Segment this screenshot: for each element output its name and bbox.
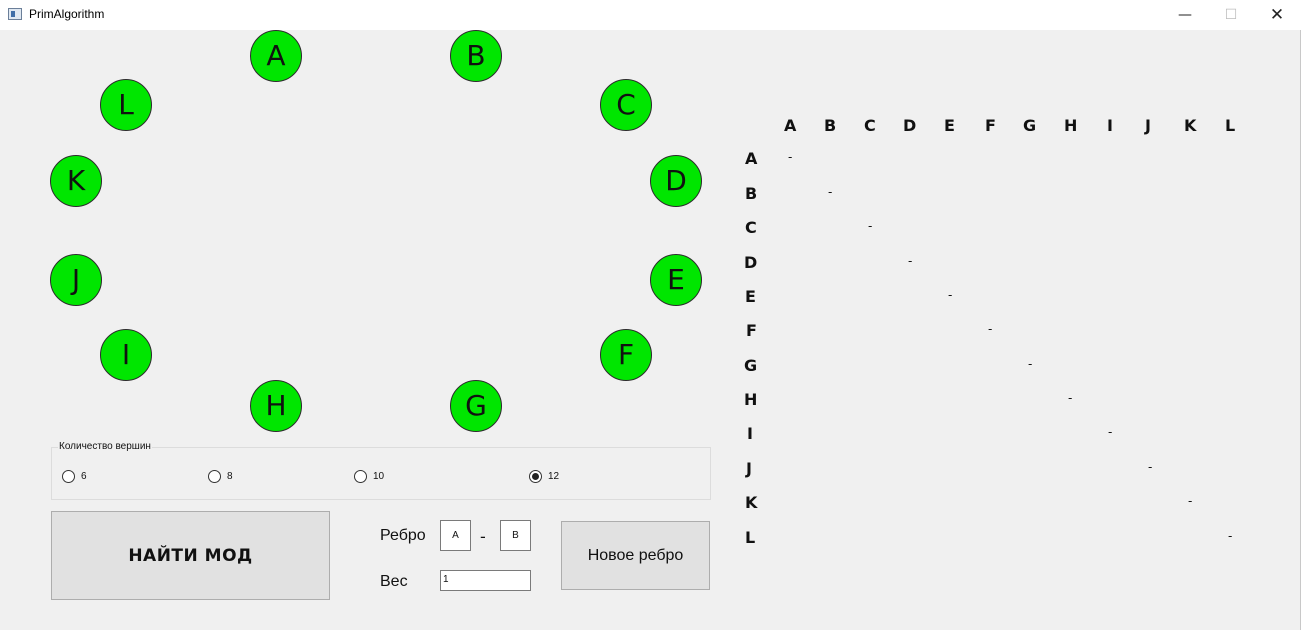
radio-label: 12 [548,471,560,482]
matrix-cell-b-b: - [828,185,833,199]
radio-button-icon[interactable] [354,470,367,483]
matrix-cell-k-k: - [1188,494,1193,508]
close-button[interactable]: ✕ [1254,0,1300,30]
matrix-col-d: D [903,116,917,135]
matrix-col-c: C [864,116,876,135]
radio-button-icon[interactable] [62,470,75,483]
minimize-button[interactable]: — [1162,0,1208,30]
radio-label: 6 [81,471,87,482]
vertex-d[interactable]: D [650,155,702,207]
matrix-col-g: G [1023,116,1037,135]
vertex-count-label: Количество вершин [58,441,152,452]
vertex-k[interactable]: K [50,155,102,207]
vertex-g[interactable]: G [450,380,502,432]
maximize-button[interactable]: ☐ [1208,0,1254,30]
matrix-col-h: H [1064,116,1078,135]
prim-algorithm-window: PrimAlgorithm — ☐ ✕ A B C D E F G H I J … [0,0,1301,630]
vertex-e[interactable]: E [650,254,702,306]
vertex-h[interactable]: H [250,380,302,432]
matrix-row-j: J [746,459,752,478]
radio-button-icon[interactable] [208,470,221,483]
matrix-row-e: E [745,287,756,306]
vertex-j[interactable]: J [50,254,102,306]
matrix-row-l: L [745,528,756,547]
matrix-cell-e-e: - [948,288,953,302]
vertex-i[interactable]: I [100,329,152,381]
matrix-row-i: I [747,424,753,443]
matrix-cell-i-i: - [1108,425,1113,439]
edge-separator: - [480,527,486,546]
weight-label: Вес [380,573,408,590]
matrix-cell-h-h: - [1068,391,1073,405]
matrix-row-k: K [745,493,758,512]
matrix-col-l: L [1225,116,1236,135]
matrix-cell-c-c: - [868,219,873,233]
matrix-row-g: G [744,356,758,375]
matrix-cell-j-j: - [1148,460,1153,474]
vertex-count-option-6[interactable]: 6 [62,470,87,483]
edge-to-field[interactable]: B [500,520,531,551]
matrix-cell-d-d: - [908,254,913,268]
vertex-count-option-12[interactable]: 12 [529,470,559,483]
vertex-f[interactable]: F [600,329,652,381]
radio-button-selected-icon[interactable] [529,470,542,483]
matrix-row-a: A [745,149,758,168]
radio-label: 8 [227,471,233,482]
vertex-c[interactable]: C [600,79,652,131]
vertex-l[interactable]: L [100,79,152,131]
matrix-cell-l-l: - [1228,529,1233,543]
matrix-col-k: K [1184,116,1197,135]
matrix-col-i: I [1107,116,1113,135]
edge-label: Ребро [380,527,426,544]
matrix-cell-g-g: - [1028,357,1033,371]
matrix-row-d: D [744,253,758,272]
matrix-col-j: J [1145,116,1151,135]
weight-input[interactable]: 1 [440,570,531,591]
find-mst-button[interactable]: НАЙТИ МОД [51,511,330,600]
edge-from-field[interactable]: A [440,520,471,551]
matrix-col-f: F [985,116,996,135]
matrix-row-b: B [745,184,758,203]
vertex-b[interactable]: B [450,30,502,82]
matrix-row-f: F [746,321,757,340]
matrix-cell-a-a: - [788,150,793,164]
matrix-row-h: H [744,390,758,409]
vertex-count-option-8[interactable]: 8 [208,470,233,483]
matrix-col-e: E [944,116,955,135]
matrix-col-b: B [824,116,837,135]
matrix-row-c: C [745,218,757,237]
vertex-count-option-10[interactable]: 10 [354,470,384,483]
app-icon [8,8,22,20]
window-title: PrimAlgorithm [29,7,105,21]
matrix-cell-f-f: - [988,322,993,336]
radio-label: 10 [373,471,385,482]
matrix-col-a: A [784,116,797,135]
vertex-a[interactable]: A [250,30,302,82]
title-bar: PrimAlgorithm — ☐ ✕ [0,0,1301,30]
new-edge-button[interactable]: Новое ребро [561,521,710,590]
